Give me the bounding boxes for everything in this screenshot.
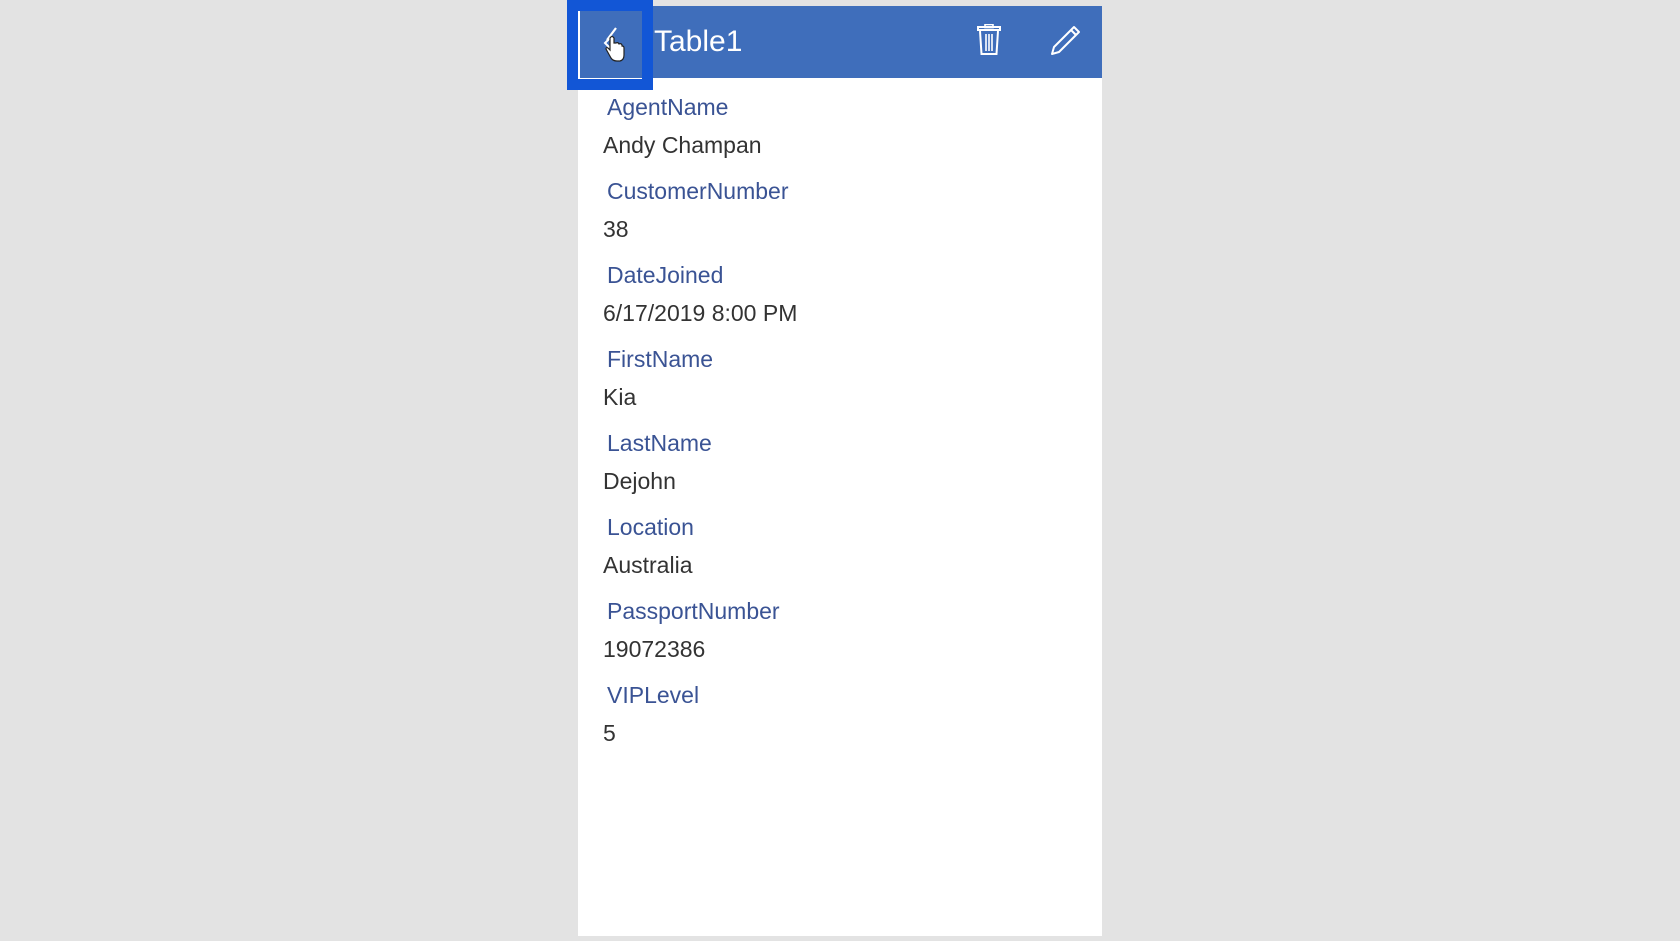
field-value: Andy Champan: [603, 132, 762, 158]
field-label: PassportNumber: [607, 598, 780, 624]
focus-highlight: [567, 0, 653, 90]
field-location: Location Australia: [603, 513, 694, 579]
field-label: AgentName: [607, 94, 729, 120]
field-value: 19072386: [603, 636, 706, 662]
delete-button[interactable]: [976, 23, 1012, 60]
field-value: 38: [603, 216, 629, 242]
trash-icon: [977, 23, 1001, 55]
field-label: CustomerNumber: [607, 178, 789, 204]
pencil-icon: [1051, 26, 1080, 55]
field-value: Kia: [603, 384, 637, 410]
field-label: LastName: [607, 430, 712, 456]
field-label: FirstName: [607, 346, 714, 372]
field-customer-number: CustomerNumber 38: [603, 177, 789, 243]
field-first-name: FirstName Kia: [603, 345, 713, 411]
field-passport-number: PassportNumber 19072386: [603, 597, 780, 663]
edit-button[interactable]: [1048, 24, 1084, 60]
field-label: Location: [607, 514, 694, 540]
field-label: DateJoined: [607, 262, 724, 288]
field-agent-name: AgentName Andy Champan: [603, 93, 762, 159]
field-date-joined: DateJoined 6/17/2019 8:00 PM: [603, 261, 797, 327]
field-vip-level: VIPLevel 5: [603, 681, 699, 747]
field-value: 5: [603, 720, 616, 746]
screen-title: Table1: [654, 25, 743, 58]
field-label: VIPLevel: [607, 682, 700, 708]
field-last-name: LastName Dejohn: [603, 429, 712, 495]
field-value: Australia: [603, 552, 693, 578]
field-value: Dejohn: [603, 468, 676, 494]
field-value: 6/17/2019 8:00 PM: [603, 300, 798, 326]
